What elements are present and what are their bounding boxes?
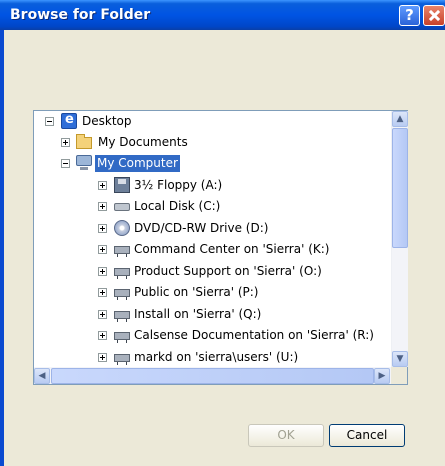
folder-icon (76, 134, 92, 149)
tree-item-public[interactable]: Public on 'Sierra' (P:) (34, 284, 394, 301)
tree-item-label: Command Center on 'Sierra' (K:) (134, 242, 330, 256)
tree-item-label: DVD/CD-RW Drive (D:) (134, 221, 269, 235)
floppy-icon (114, 177, 130, 193)
tree-item-label: Install on 'Sierra' (Q:) (134, 307, 262, 321)
expand-toggle-icon[interactable] (98, 224, 107, 233)
help-button[interactable]: ? (399, 5, 420, 26)
network-drive-icon (114, 289, 130, 300)
tree-item-dvd-drive[interactable]: DVD/CD-RW Drive (D:) (34, 220, 394, 237)
dvd-drive-icon (114, 220, 130, 236)
tree-item-label: Product Support on 'Sierra' (O:) (134, 264, 322, 278)
expand-toggle-icon[interactable] (98, 310, 107, 319)
title-bar[interactable]: Browse for Folder ? (0, 0, 445, 30)
collapse-toggle-icon[interactable] (61, 159, 70, 168)
cancel-button[interactable]: Cancel (329, 424, 405, 447)
folder-tree[interactable]: Desktop My Documents My Computer 3½ Flop… (33, 110, 408, 385)
tree-item-markd[interactable]: markd on 'sierra\users' (U:) (34, 349, 394, 366)
tree-item-label: Desktop (82, 114, 132, 128)
scrollbar-corner (391, 367, 407, 384)
expand-toggle-icon[interactable] (98, 245, 107, 254)
scroll-up-arrow-icon[interactable]: ▲ (392, 111, 408, 127)
tree-item-command-center[interactable]: Command Center on 'Sierra' (K:) (34, 241, 394, 258)
vertical-scroll-thumb[interactable] (392, 128, 408, 248)
expand-toggle-icon[interactable] (98, 202, 107, 211)
close-button[interactable] (423, 5, 445, 26)
tree-item-desktop[interactable]: Desktop (34, 111, 394, 130)
expand-toggle-icon[interactable] (98, 331, 107, 340)
network-drive-icon (114, 311, 130, 322)
expand-toggle-icon[interactable] (61, 138, 70, 147)
window-border (0, 30, 4, 466)
hard-disk-icon (114, 203, 130, 211)
network-drive-icon (114, 246, 130, 257)
tree-item-label: Local Disk (C:) (134, 199, 221, 213)
tree-item-my-computer[interactable]: My Computer (34, 155, 394, 172)
tree-item-local-disk[interactable]: Local Disk (C:) (34, 198, 394, 215)
scroll-left-arrow-icon[interactable]: ◀ (34, 368, 50, 384)
ok-button[interactable]: OK (248, 424, 324, 447)
tree-item-calsense-documentation[interactable]: Calsense Documentation on 'Sierra' (R:) (34, 327, 394, 344)
expand-toggle-icon[interactable] (98, 267, 107, 276)
tree-item-label: 3½ Floppy (A:) (134, 178, 223, 192)
horizontal-scroll-thumb[interactable] (51, 368, 374, 384)
expand-toggle-icon[interactable] (98, 353, 107, 362)
tree-item-label: Calsense Documentation on 'Sierra' (R:) (134, 328, 374, 342)
horizontal-scrollbar[interactable]: ◀ ▶ (34, 367, 391, 384)
tree-item-my-documents[interactable]: My Documents (34, 134, 394, 151)
tree-item-label: Public on 'Sierra' (P:) (134, 285, 259, 299)
expand-toggle-icon[interactable] (98, 181, 107, 190)
network-drive-icon (114, 332, 130, 343)
network-drive-icon (114, 268, 130, 279)
computer-icon (76, 155, 92, 170)
dialog-title: Browse for Folder (10, 7, 151, 23)
browse-for-folder-dialog: Browse for Folder ? Desktop My Documents… (0, 0, 445, 466)
tree-item-product-support[interactable]: Product Support on 'Sierra' (O:) (34, 263, 394, 280)
vertical-scrollbar[interactable]: ▲ ▼ (391, 111, 408, 367)
collapse-toggle-icon[interactable] (45, 117, 54, 126)
desktop-icon (61, 111, 77, 129)
tree-item-label: My Documents (98, 135, 188, 149)
scroll-down-arrow-icon[interactable]: ▼ (392, 351, 408, 367)
network-drive-icon (114, 354, 130, 365)
tree-item-floppy[interactable]: 3½ Floppy (A:) (34, 177, 394, 194)
tree-item-label: My Computer (95, 155, 180, 172)
scroll-right-arrow-icon[interactable]: ▶ (374, 368, 390, 384)
tree-item-install[interactable]: Install on 'Sierra' (Q:) (34, 306, 394, 323)
expand-toggle-icon[interactable] (98, 288, 107, 297)
tree-item-label: markd on 'sierra\users' (U:) (134, 350, 299, 364)
